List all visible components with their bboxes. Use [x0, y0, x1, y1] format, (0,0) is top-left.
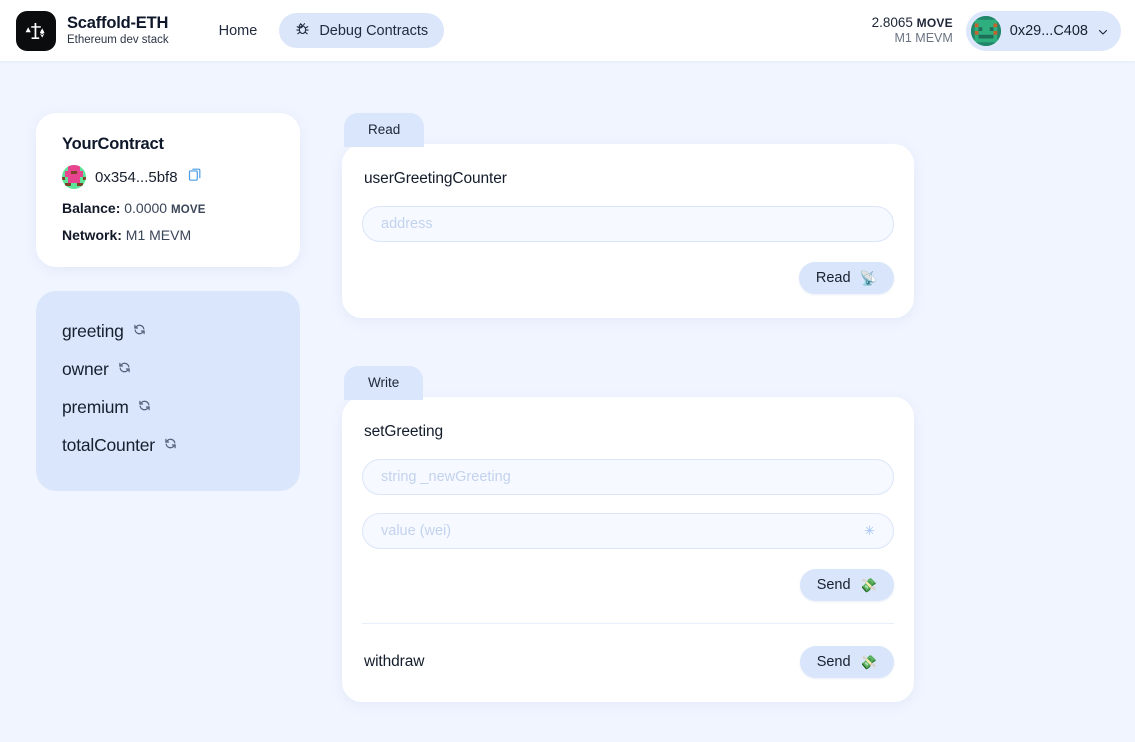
read-panel: userGreetingCounter address Read 📡	[342, 144, 914, 318]
nav-item-debug-contracts[interactable]: Debug Contracts	[279, 13, 445, 48]
send-button-label: Send	[816, 654, 851, 670]
contract-balance-row: Balance: 0.0000 MOVE	[62, 200, 274, 216]
bug-icon	[295, 21, 310, 40]
variable-name: greeting	[62, 321, 124, 341]
copy-icon[interactable]	[187, 166, 204, 188]
main-nav: Home Debug Contracts	[203, 13, 445, 48]
brand-title: Scaffold-ETH	[67, 13, 169, 32]
read-button-row: Read 📡	[362, 262, 894, 294]
value-wei-input-placeholder: value (wei)	[381, 523, 452, 539]
account-dropdown-button[interactable]: 0x29...C408	[965, 10, 1121, 51]
money-with-wings-icon: 💸	[859, 577, 877, 593]
variable-name: premium	[62, 397, 129, 417]
account-address: 0x29...C408	[1009, 22, 1088, 39]
send-button-label: Send	[816, 577, 851, 593]
tab-write[interactable]: Write	[344, 366, 424, 400]
contract-variables-card: greeting owner premium totalCounter	[36, 291, 300, 491]
balance-symbol: MOVE	[916, 16, 953, 31]
contract-network-row: Network: M1 MEVM	[62, 227, 274, 243]
contract-balance-label: Balance:	[62, 200, 121, 216]
read-button-label: Read	[815, 270, 851, 286]
brand-subtitle: Ethereum dev stack	[67, 33, 169, 46]
read-button[interactable]: Read 📡	[798, 262, 894, 294]
app-header: Scaffold-ETH Ethereum dev stack Home Deb…	[0, 0, 1135, 61]
write-function-name: setGreeting	[364, 423, 444, 440]
page-body: YourContract 0x354...5bf8 Balance: 0.000…	[0, 61, 1135, 702]
write-function-withdraw: withdraw Send 💸	[362, 646, 894, 678]
variable-row-owner[interactable]: owner	[62, 351, 274, 389]
write-function-setgreeting: setGreeting string _newGreeting value (w…	[362, 423, 894, 601]
contract-address-row: 0x354...5bf8	[62, 165, 274, 189]
variable-row-totalcounter[interactable]: totalCounter	[62, 427, 274, 465]
tab-read[interactable]: Read	[344, 113, 425, 147]
setgreeting-button-row: Send 💸	[362, 569, 894, 601]
address-input[interactable]: address	[362, 206, 894, 242]
satellite-antenna-icon: 📡	[859, 270, 877, 286]
write-function-name: withdraw	[364, 653, 425, 670]
contract-network-label: Network:	[62, 227, 122, 243]
nav-item-home-label: Home	[218, 22, 258, 39]
balance-amount-row: 2.8065 MOVE	[872, 15, 953, 31]
address-input-placeholder: address	[381, 216, 433, 232]
balance-display[interactable]: 2.8065 MOVE M1 MEVM	[872, 15, 953, 46]
refresh-icon[interactable]	[133, 323, 146, 341]
balance-network: M1 MEVM	[894, 31, 953, 46]
chevron-down-icon	[1097, 25, 1108, 36]
write-section: Write setGreeting string _newGreeting va…	[342, 366, 914, 702]
nav-item-debug-contracts-label: Debug Contracts	[319, 22, 429, 39]
header-right: 2.8065 MOVE M1 MEVM 0x29...C408	[872, 10, 1121, 51]
contract-balance-value: 0.0000	[124, 200, 168, 216]
read-section: Read userGreetingCounter address Read 📡	[342, 113, 914, 318]
read-function-name: userGreetingCounter	[364, 170, 507, 187]
new-greeting-input[interactable]: string _newGreeting	[362, 459, 894, 495]
send-button-withdraw[interactable]: Send 💸	[799, 646, 894, 678]
send-button-setgreeting[interactable]: Send 💸	[799, 569, 894, 601]
refresh-icon[interactable]	[138, 399, 151, 417]
contract-info-card: YourContract 0x354...5bf8 Balance: 0.000…	[36, 113, 300, 267]
refresh-icon[interactable]	[118, 361, 131, 379]
write-panel: setGreeting string _newGreeting value (w…	[342, 397, 914, 702]
contract-address: 0x354...5bf8	[95, 168, 178, 186]
nav-item-home[interactable]: Home	[203, 15, 274, 47]
brand[interactable]: Scaffold-ETH Ethereum dev stack	[16, 10, 169, 51]
variable-name: totalCounter	[62, 435, 155, 455]
contract-balance-unit: MOVE	[170, 204, 206, 216]
account-blockie-avatar	[970, 15, 1001, 46]
write-divider	[362, 623, 894, 624]
contract-methods-column: Read userGreetingCounter address Read 📡 …	[342, 113, 914, 702]
money-with-wings-icon: 💸	[859, 654, 877, 670]
contract-network-value: M1 MEVM	[125, 227, 192, 243]
refresh-icon[interactable]	[164, 437, 177, 455]
variable-row-premium[interactable]: premium	[62, 389, 274, 427]
contract-blockie-avatar	[62, 165, 86, 189]
balance-amount: 2.8065	[871, 15, 913, 31]
contract-name: YourContract	[62, 135, 164, 153]
value-wei-input[interactable]: value (wei) ✳	[362, 513, 894, 549]
new-greeting-input-placeholder: string _newGreeting	[381, 469, 511, 485]
variable-name: owner	[62, 359, 109, 379]
scaffold-eth-logo-icon	[16, 10, 56, 51]
variable-row-greeting[interactable]: greeting	[62, 313, 274, 351]
value-wei-multiply-icon[interactable]: ✳	[864, 523, 875, 539]
brand-text: Scaffold-ETH Ethereum dev stack	[67, 13, 169, 46]
contract-sidebar: YourContract 0x354...5bf8 Balance: 0.000…	[36, 113, 300, 702]
